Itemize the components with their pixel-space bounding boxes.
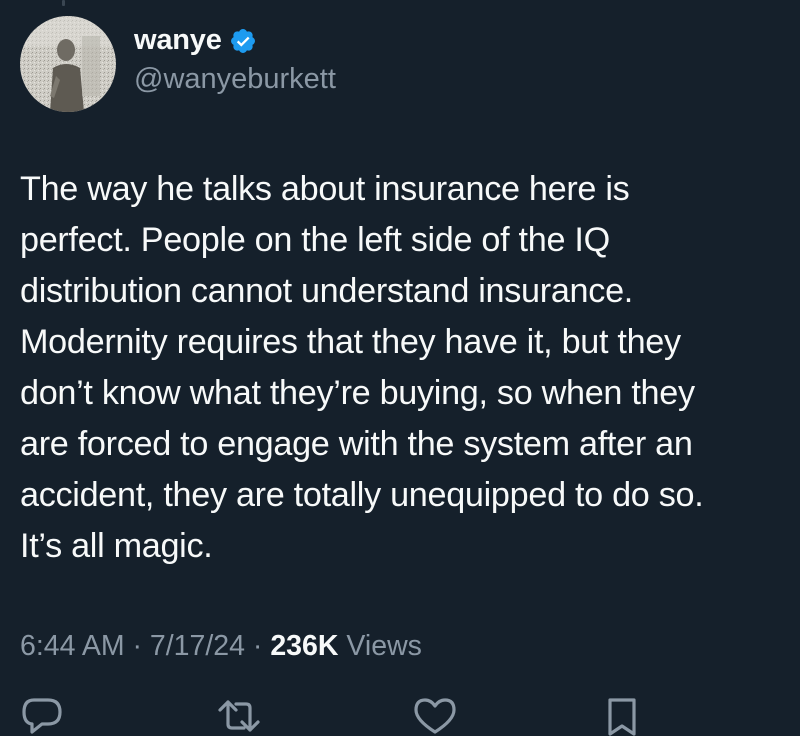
tweet-text-line: distribution cannot understand insurance… bbox=[20, 272, 633, 310]
avatar[interactable] bbox=[20, 16, 116, 112]
views-count[interactable]: 236K bbox=[270, 630, 338, 662]
display-name-row: wanye bbox=[134, 24, 336, 57]
user-names: wanye @wanyeburkett bbox=[134, 24, 336, 96]
tweet-text-line: accident, they are totally unequipped to… bbox=[20, 476, 704, 514]
retweet-button[interactable] bbox=[214, 696, 264, 736]
meta-separator: · bbox=[124, 630, 150, 662]
tweet-text-line: Modernity requires that they have it, bu… bbox=[20, 323, 681, 361]
reply-button[interactable] bbox=[20, 696, 64, 736]
tweet-header: wanye @wanyeburkett bbox=[20, 16, 336, 112]
heart-icon bbox=[414, 698, 456, 734]
bookmark-button[interactable] bbox=[604, 696, 640, 736]
top-connector-line bbox=[62, 0, 65, 6]
user-handle[interactable]: @wanyeburkett bbox=[134, 63, 336, 96]
views-label: Views bbox=[338, 630, 422, 662]
display-name[interactable]: wanye bbox=[134, 24, 222, 57]
avatar-image bbox=[20, 16, 116, 112]
tweet-date[interactable]: 7/17/24 bbox=[150, 630, 245, 662]
reply-icon bbox=[22, 698, 62, 734]
like-button[interactable] bbox=[412, 696, 458, 736]
verified-badge-icon[interactable] bbox=[229, 27, 257, 55]
tweet-text-line: It’s all magic. bbox=[20, 527, 213, 565]
retweet-icon bbox=[218, 700, 260, 732]
bookmark-icon bbox=[608, 698, 636, 736]
tweet-time[interactable]: 6:44 AM bbox=[20, 630, 125, 662]
tweet-text-line: perfect. People on the left side of the … bbox=[20, 221, 610, 259]
tweet-actions-bar bbox=[0, 696, 800, 736]
tweet-text: The way he talks about insurance here is… bbox=[20, 164, 795, 572]
tweet-text-line: are forced to engage with the system aft… bbox=[20, 425, 693, 463]
tweet-text-line: don’t know what they’re buying, so when … bbox=[20, 374, 695, 412]
tweet-text-line: The way he talks about insurance here is bbox=[20, 170, 630, 208]
tweet-meta: 6:44 AM · 7/17/24 · 236K Views bbox=[20, 630, 422, 663]
meta-separator: · bbox=[245, 630, 271, 662]
